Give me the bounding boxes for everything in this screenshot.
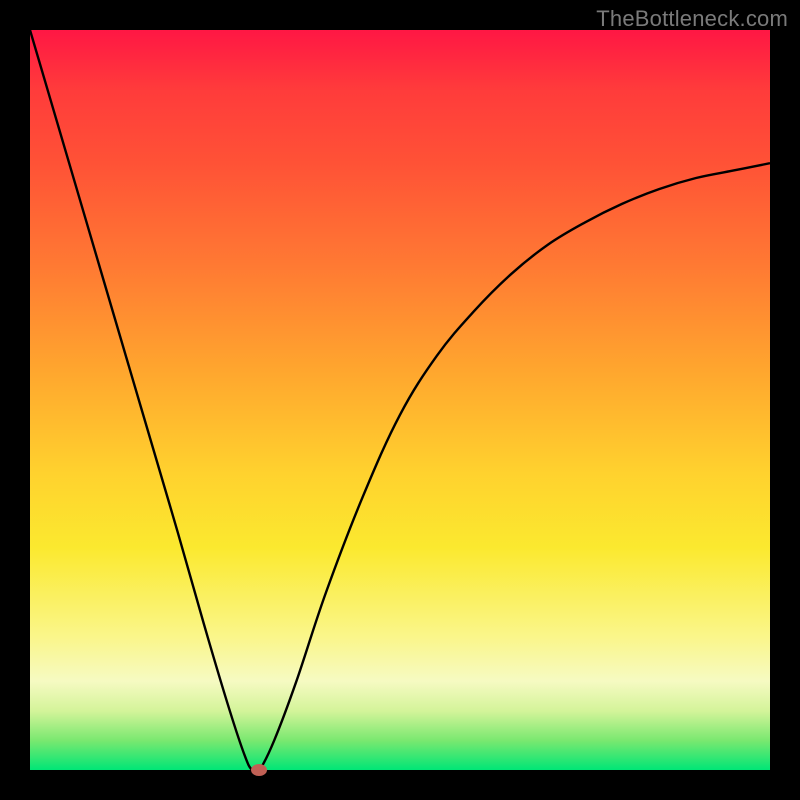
curve-svg <box>30 30 770 770</box>
bottleneck-curve-path <box>30 30 770 770</box>
chart-frame: TheBottleneck.com <box>0 0 800 800</box>
optimum-marker <box>251 764 267 776</box>
plot-area <box>30 30 770 770</box>
attribution-text: TheBottleneck.com <box>596 6 788 32</box>
